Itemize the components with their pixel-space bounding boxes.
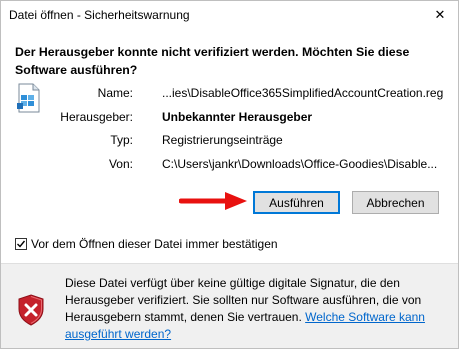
always-confirm-checkbox[interactable]: [15, 238, 27, 250]
warning-text: Diese Datei verfügt über keine gültige d…: [65, 275, 445, 343]
title-bar[interactable]: Datei öffnen - Sicherheitswarnung ✕: [1, 1, 458, 29]
red-arrow-annotation: [179, 192, 247, 210]
security-warning-dialog: Datei öffnen - Sicherheitswarnung ✕ Der …: [0, 0, 459, 349]
publisher-label: Herausgeber:: [60, 110, 133, 124]
always-confirm-label: Vor dem Öffnen dieser Datei immer bestät…: [31, 237, 278, 251]
publisher-value: Unbekannter Herausgeber: [162, 110, 313, 124]
cancel-button[interactable]: Abbrechen: [352, 191, 439, 214]
close-button[interactable]: ✕: [428, 3, 452, 27]
shield-error-icon: [18, 294, 44, 326]
dialog-content: Der Herausgeber konnte nicht verifiziert…: [1, 29, 458, 264]
from-value: C:\Users\jankr\Downloads\Office-Goodies\…: [162, 157, 438, 171]
type-label: Typ:: [110, 133, 133, 147]
always-confirm-checkbox-row[interactable]: Vor dem Öffnen dieser Datei immer bestät…: [15, 236, 278, 252]
run-button[interactable]: Ausführen: [253, 191, 340, 214]
type-value: Registrierungseinträge: [162, 133, 283, 147]
window-title: Datei öffnen - Sicherheitswarnung: [9, 8, 190, 22]
from-label: Von:: [108, 157, 133, 171]
close-icon: ✕: [434, 7, 446, 22]
name-value: ...ies\DisableOffice365SimplifiedAccount…: [162, 86, 444, 100]
name-label: Name:: [97, 86, 133, 100]
checkmark-icon: [17, 240, 26, 248]
dialog-heading: Der Herausgeber konnte nicht verifiziert…: [15, 45, 410, 77]
divider: [1, 263, 458, 264]
